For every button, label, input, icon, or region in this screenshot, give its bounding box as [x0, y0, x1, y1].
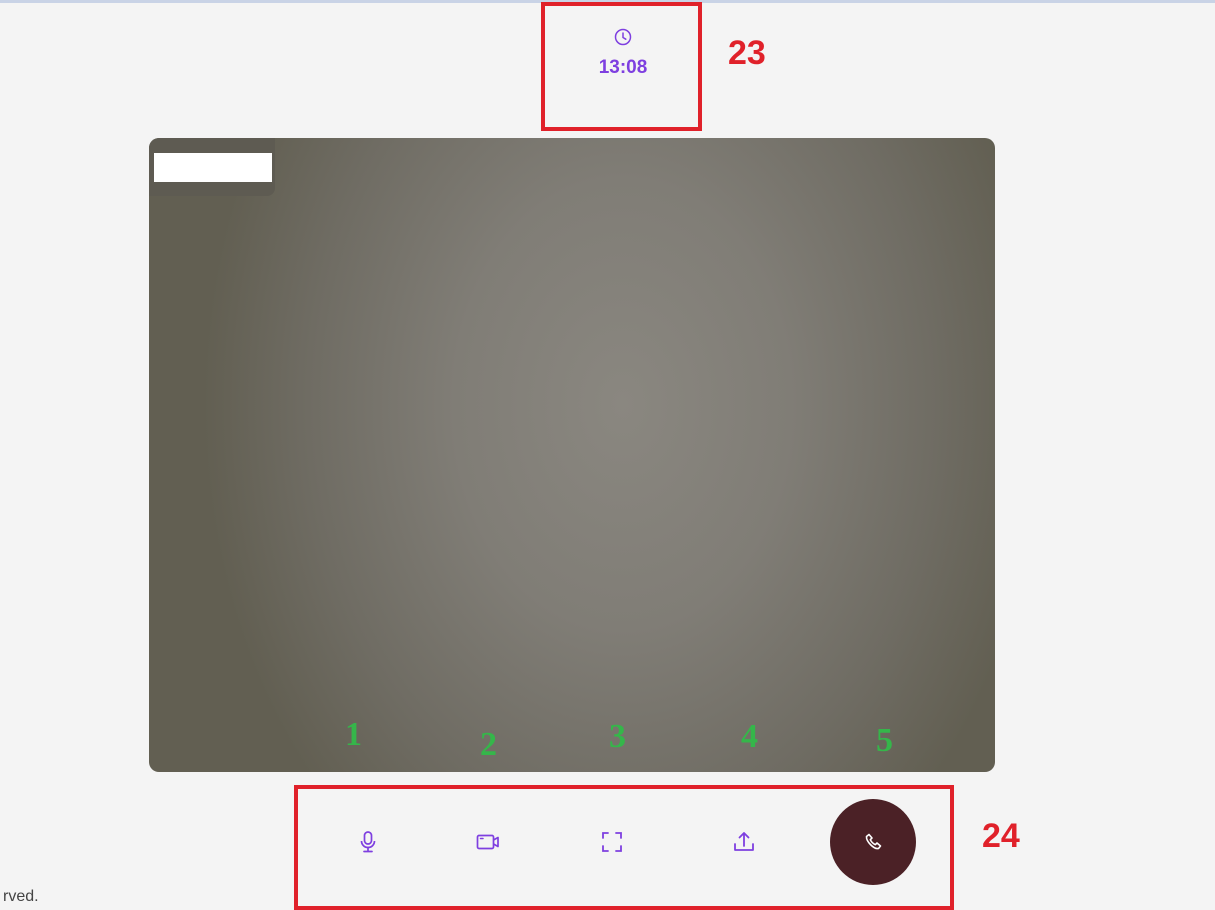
call-controls — [300, 786, 952, 906]
video-camera-icon — [476, 834, 499, 850]
phone-icon — [865, 833, 882, 850]
control-number-5: 5 — [876, 722, 893, 759]
camera-button[interactable] — [458, 812, 518, 872]
footer-copyright-text: rved. — [3, 888, 39, 905]
video-feed: 1 2 3 4 5 — [149, 138, 995, 772]
control-number-2: 2 — [480, 726, 497, 763]
controls-annotation-number: 24 — [982, 817, 1020, 855]
control-number-3: 3 — [609, 718, 626, 755]
upload-icon — [734, 832, 754, 851]
end-call-button[interactable] — [830, 799, 916, 885]
microphone-button[interactable] — [338, 812, 398, 872]
control-number-4: 4 — [741, 718, 758, 755]
timer-annotation-number: 23 — [728, 34, 766, 72]
fullscreen-button[interactable] — [582, 812, 642, 872]
microphone-icon — [360, 831, 376, 853]
share-screen-button[interactable] — [714, 812, 774, 872]
fullscreen-icon — [602, 832, 622, 852]
participant-name-label — [154, 153, 272, 182]
control-number-1: 1 — [345, 716, 362, 753]
timer-annotation-box — [541, 2, 702, 131]
participant-name-tag — [149, 138, 275, 196]
